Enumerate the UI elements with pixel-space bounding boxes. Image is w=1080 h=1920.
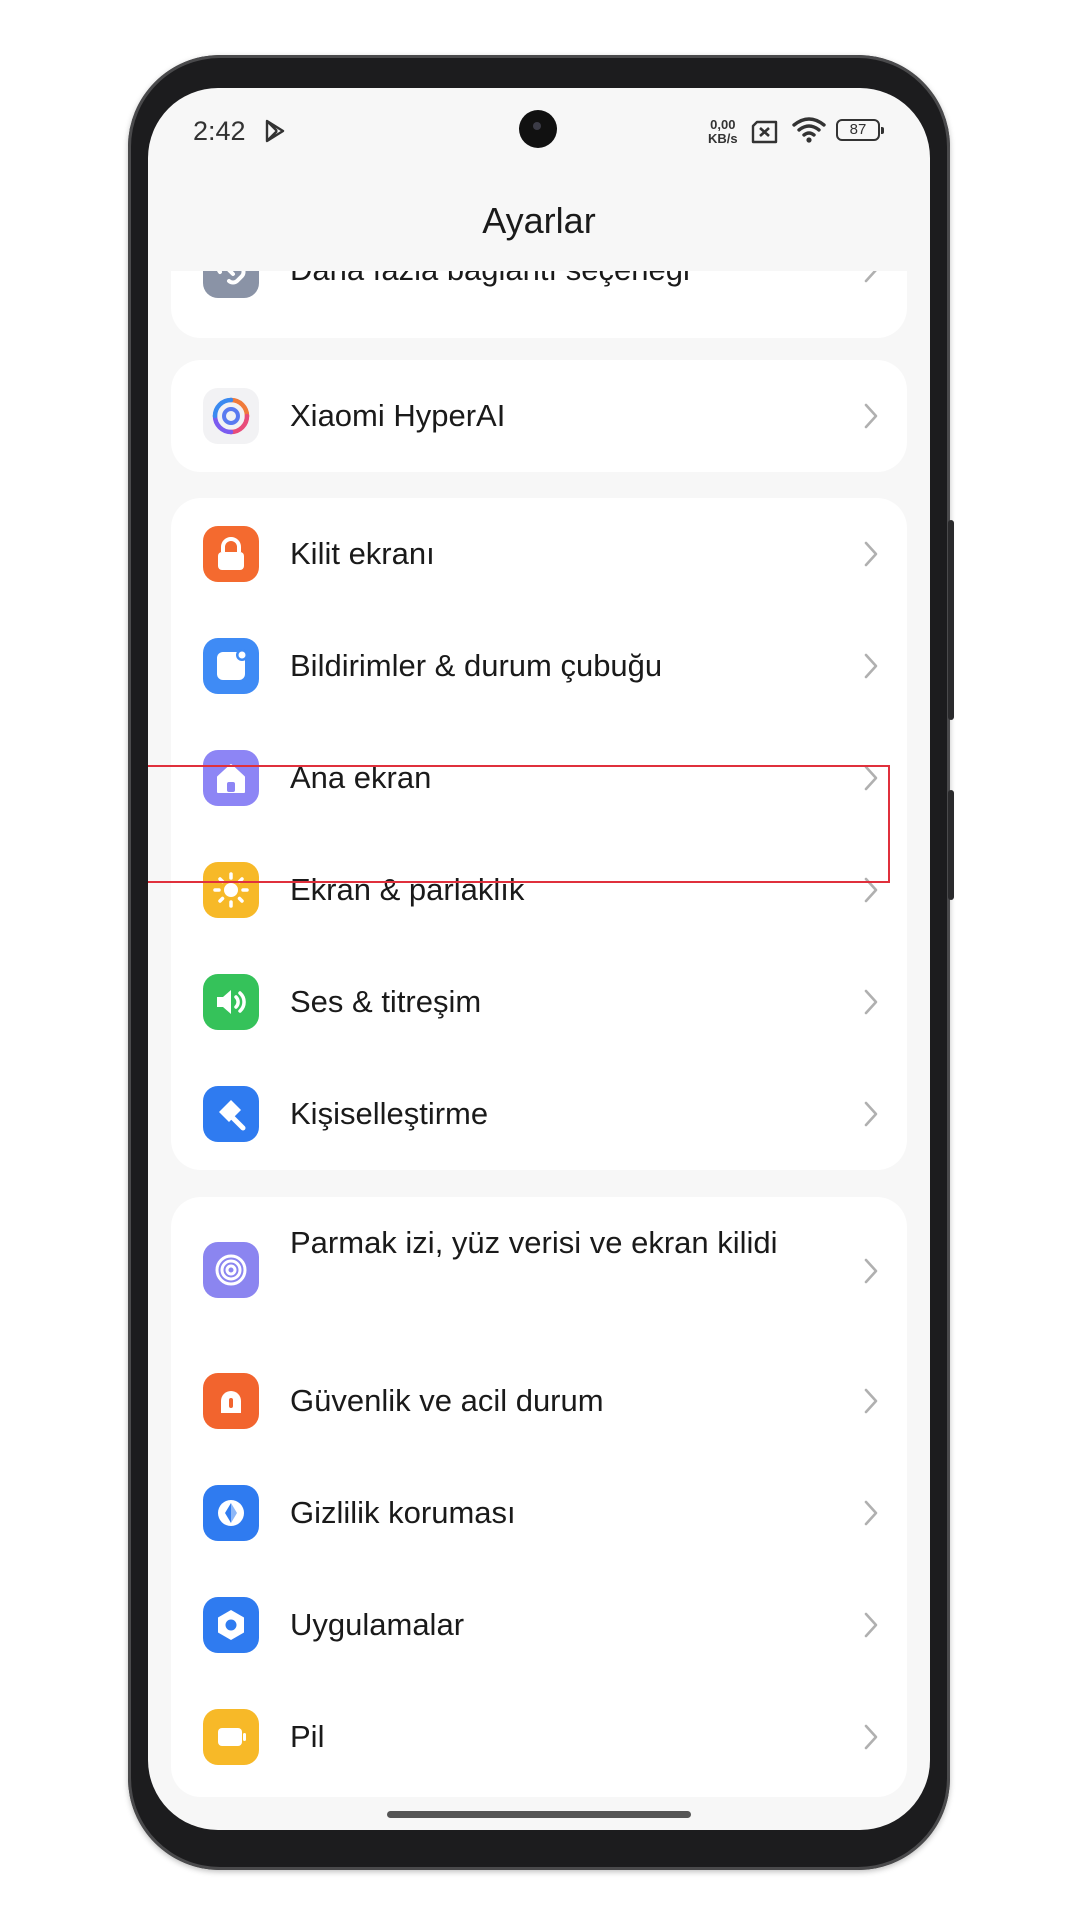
play-store-icon [263, 118, 287, 149]
setting-privacy[interactable]: Gizlilik koruması [171, 1457, 907, 1569]
apps-icon [203, 1597, 259, 1653]
fingerprint-icon [203, 1242, 259, 1298]
setting-safety-emergency[interactable]: Güvenlik ve acil durum [171, 1345, 907, 1457]
chevron-right-icon [863, 1723, 879, 1756]
setting-label: Gizlilik koruması [290, 1495, 516, 1530]
power-button [948, 790, 954, 900]
setting-apps[interactable]: Uygulamalar [171, 1569, 907, 1681]
setting-label: Parmak izi, yüz verisi ve ekran kilidi [290, 1225, 778, 1260]
front-camera [519, 110, 557, 148]
chevron-right-icon [863, 764, 879, 797]
setting-label: Güvenlik ve acil durum [290, 1383, 604, 1418]
chevron-right-icon [863, 1387, 879, 1420]
setting-more-connections[interactable]: Daha fazla bağlantı seçeneği [171, 271, 907, 326]
setting-label: Ana ekran [290, 760, 432, 795]
setting-label: Kişiselleştirme [290, 1096, 489, 1131]
chevron-right-icon [863, 652, 879, 685]
link-icon [203, 271, 259, 298]
setting-home-screen[interactable]: Ana ekran [171, 722, 907, 834]
setting-display-brightness[interactable]: Ekran & parlaklık [171, 834, 907, 946]
speaker-icon [203, 974, 259, 1030]
battery-icon [203, 1709, 259, 1765]
setting-battery[interactable]: Pil [171, 1681, 907, 1793]
setting-label: Uygulamalar [290, 1607, 465, 1642]
wifi-icon [791, 116, 827, 149]
lock-icon [203, 526, 259, 582]
setting-label: Ses & titreşim [290, 984, 482, 1019]
chevron-right-icon [863, 402, 879, 435]
setting-notifications[interactable]: Bildirimler & durum çubuğu [171, 610, 907, 722]
battery-indicator: 87 [836, 119, 884, 141]
chevron-right-icon [863, 271, 879, 289]
chevron-right-icon [863, 876, 879, 909]
setting-label: Ekran & parlaklık [290, 872, 525, 907]
section-display: Kilit ekranı Bildirimler & durum çubuğu … [171, 498, 907, 1170]
notification-icon [203, 638, 259, 694]
section-ai: Xiaomi HyperAI [171, 360, 907, 472]
setting-sound-vibration[interactable]: Ses & titreşim [171, 946, 907, 1058]
status-bar: 2:42 0,00 KB/s 87 [148, 88, 930, 178]
setting-label: Xiaomi HyperAI [290, 398, 506, 433]
chevron-right-icon [863, 1257, 879, 1290]
sun-icon [203, 862, 259, 918]
brush-icon [203, 1086, 259, 1142]
network-speed-unit: KB/s [708, 131, 738, 146]
hyperai-icon [203, 388, 259, 444]
no-sim-icon [750, 120, 780, 149]
screen: 2:42 0,00 KB/s 87 Ayarlar Daha fazla bağ… [148, 88, 930, 1830]
volume-button [948, 520, 954, 720]
section-security: Parmak izi, yüz verisi ve ekran kilidi G… [171, 1197, 907, 1797]
chevron-right-icon [863, 1611, 879, 1644]
alarm-icon [203, 1373, 259, 1429]
network-speed: 0,00 KB/s [708, 118, 738, 146]
chevron-right-icon [863, 1100, 879, 1133]
chevron-right-icon [863, 540, 879, 573]
setting-label: Bildirimler & durum çubuğu [290, 648, 663, 683]
page-title: Ayarlar [482, 200, 596, 241]
privacy-icon [203, 1485, 259, 1541]
network-speed-value: 0,00 [710, 117, 736, 132]
home-icon [203, 750, 259, 806]
home-indicator[interactable] [387, 1811, 691, 1818]
setting-label: Daha fazla bağlantı seçeneği [290, 271, 690, 288]
chevron-right-icon [863, 988, 879, 1021]
setting-label: Pil [290, 1719, 325, 1754]
chevron-right-icon [863, 1499, 879, 1532]
setting-xiaomi-hyperai[interactable]: Xiaomi HyperAI [171, 360, 907, 472]
status-time: 2:42 [193, 116, 246, 146]
settings-list[interactable]: Daha fazla bağlantı seçeneği Xiaomi Hype… [148, 271, 930, 1811]
section-connections: Daha fazla bağlantı seçeneği [171, 271, 907, 338]
setting-lock-screen[interactable]: Kilit ekranı [171, 498, 907, 610]
setting-personalization[interactable]: Kişiselleştirme [171, 1058, 907, 1170]
setting-fingerprint-face[interactable]: Parmak izi, yüz verisi ve ekran kilidi [171, 1205, 907, 1335]
setting-label: Kilit ekranı [290, 536, 435, 571]
